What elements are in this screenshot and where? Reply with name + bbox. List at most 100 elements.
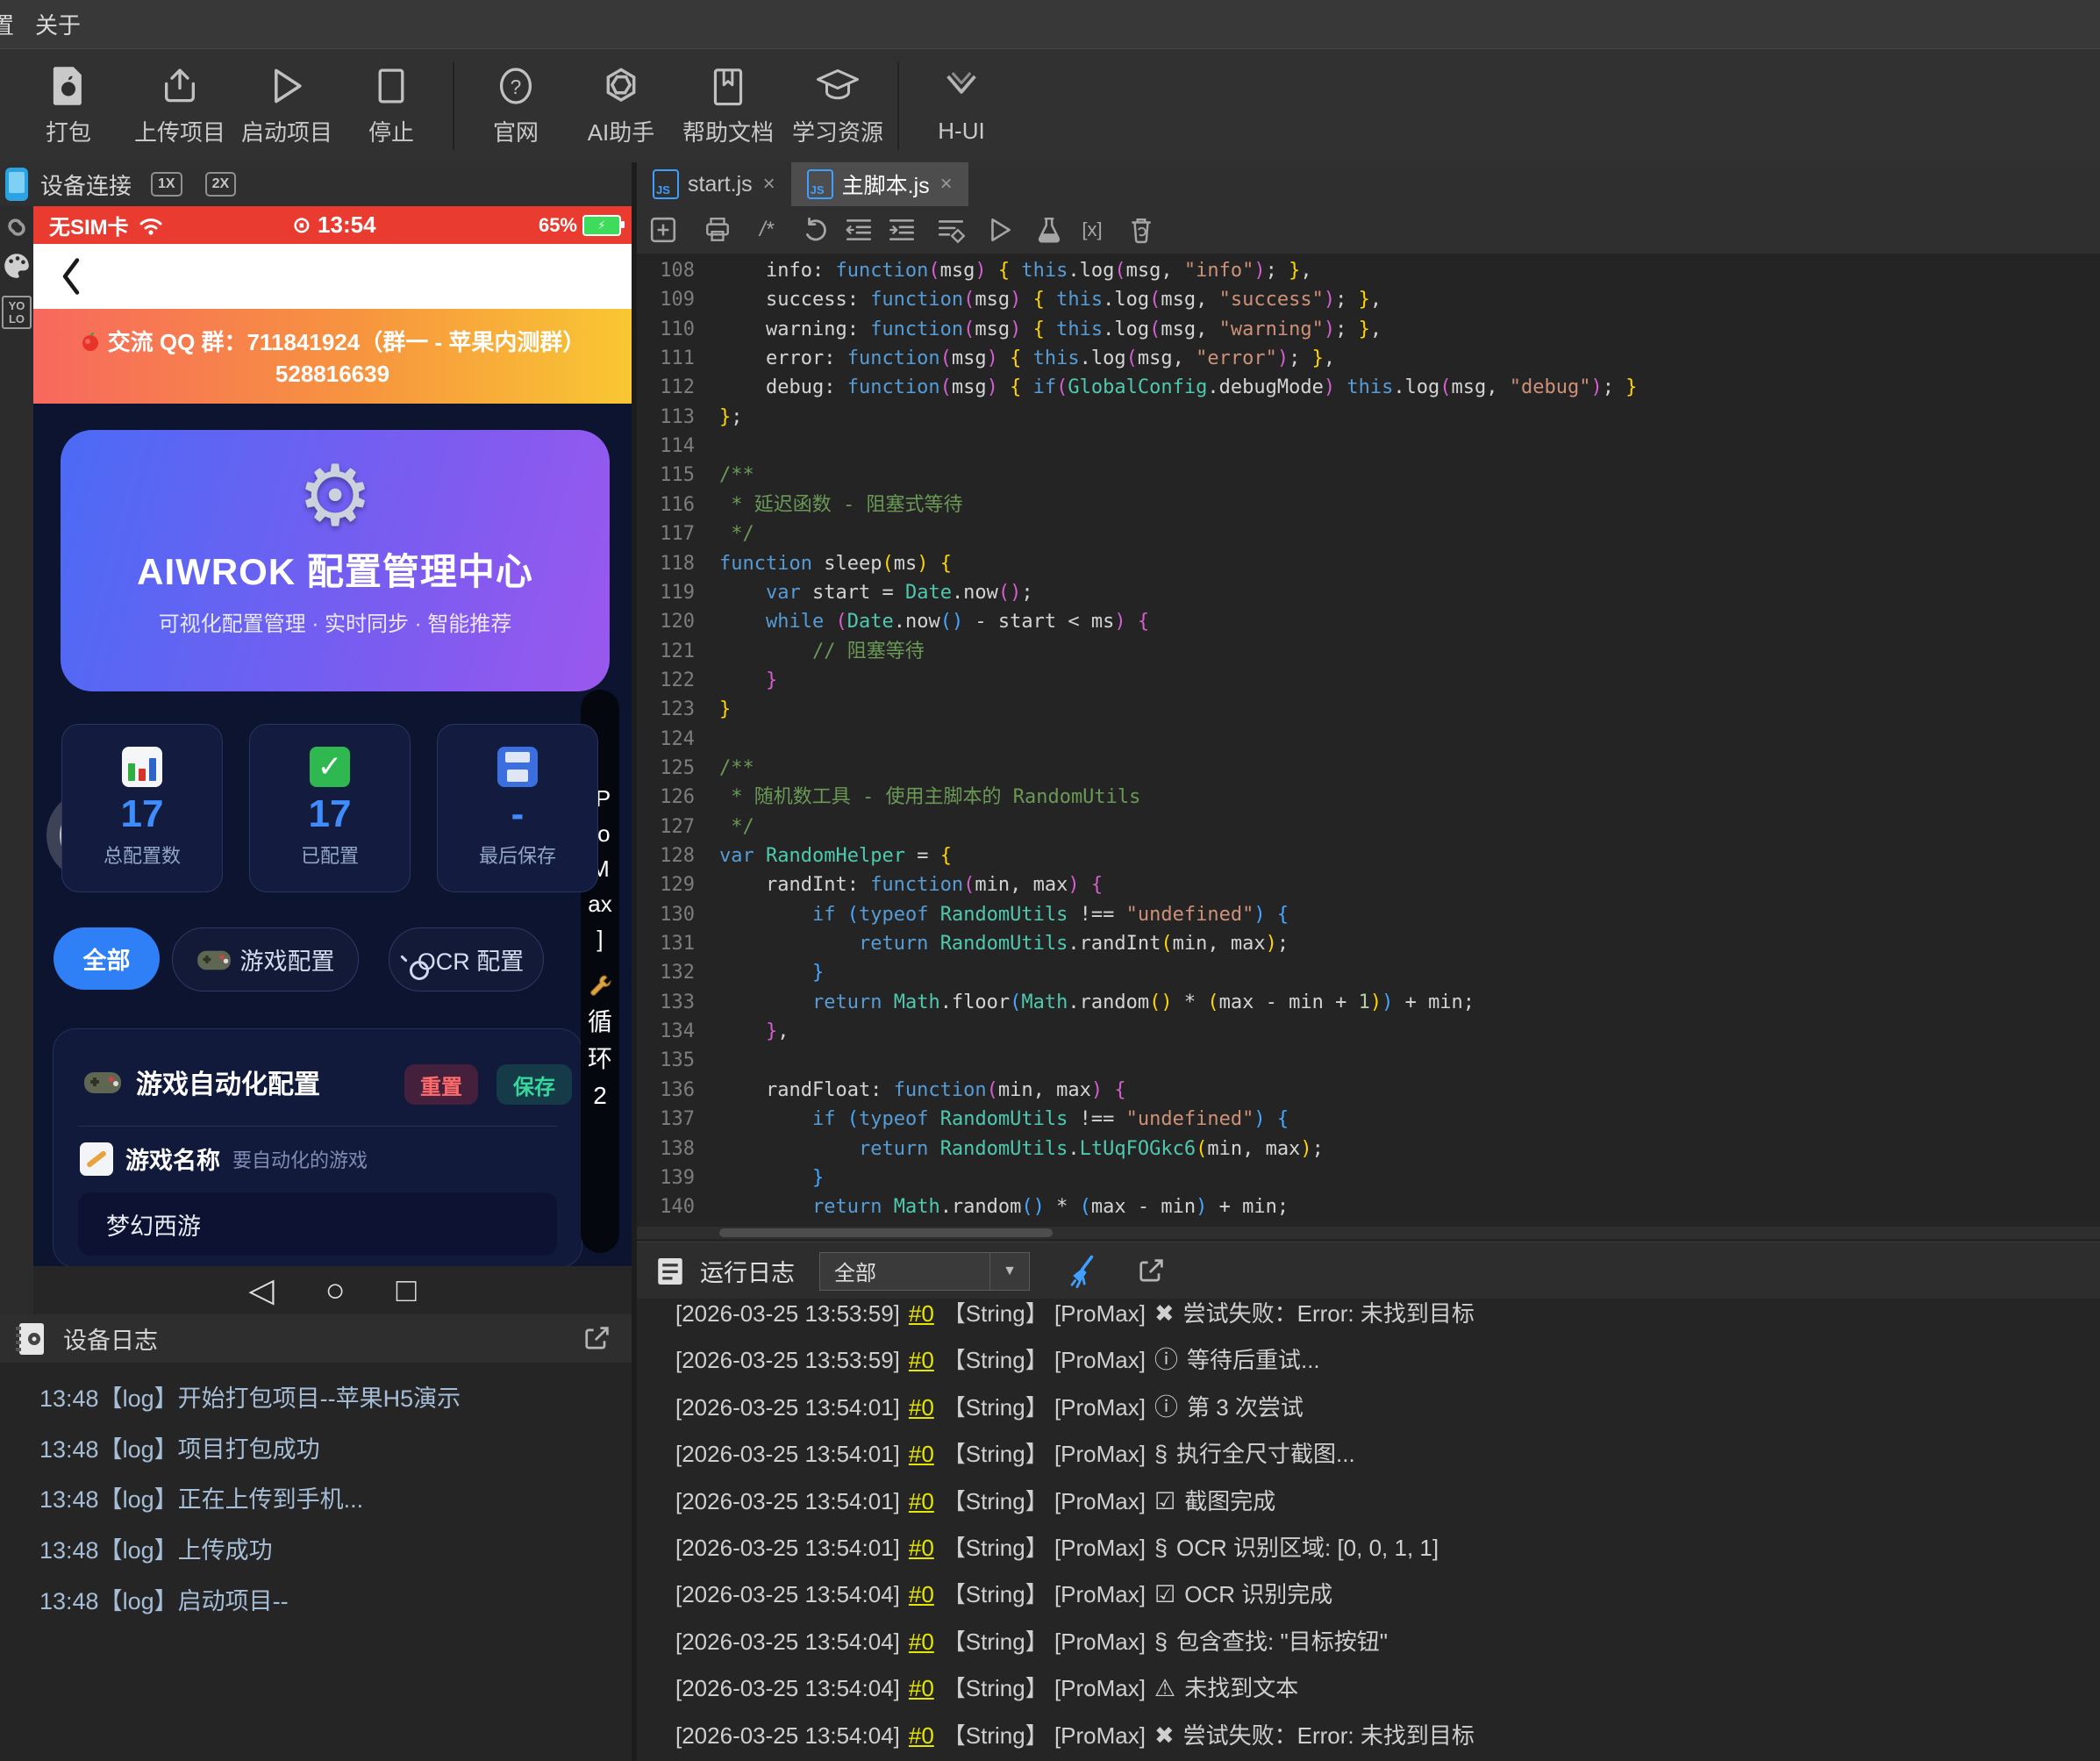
- loop-label-char: 环: [588, 1041, 612, 1077]
- log-tag: 【String】: [943, 1675, 1048, 1701]
- log-ref-link[interactable]: #0: [909, 1394, 934, 1421]
- clear-icon[interactable]: [1124, 213, 1159, 247]
- device-log-entry: 13:48【log】启动项目--: [39, 1576, 289, 1627]
- divider: [78, 1126, 557, 1127]
- log-tag: 【String】: [943, 1535, 1048, 1561]
- phone-icon[interactable]: [5, 168, 28, 201]
- log-time: [2026-03-25 13:54:04]: [675, 1675, 900, 1701]
- device-panel-header: 设备连接 1X 2X: [0, 162, 632, 206]
- log-ref-link[interactable]: #0: [909, 1581, 934, 1607]
- run-log-entry: [2026-03-25 13:54:01]#0【String】 [ProMax]…: [675, 1524, 1439, 1571]
- comment-icon[interactable]: /*: [749, 213, 784, 247]
- tab-close-icon[interactable]: ×: [763, 172, 775, 197]
- phone-status-bar: 无SIM卡 ⊙ 13:54 65% ⚡: [33, 206, 632, 244]
- add-icon[interactable]: [646, 213, 681, 247]
- back-chevron-icon[interactable]: [58, 256, 84, 297]
- line-number: 109: [637, 285, 695, 315]
- format-icon[interactable]: [933, 213, 968, 247]
- gamepad-icon: [83, 1069, 122, 1095]
- code-editor[interactable]: 108 info: function(msg) { this.log(msg, …: [637, 254, 2100, 1227]
- info-icon: ⓘ: [1154, 1394, 1178, 1421]
- qq-group-banner[interactable]: 交流 QQ 群：711841924（群一 - 苹果内测群） 528816639: [33, 309, 632, 404]
- log-ref-link[interactable]: #0: [909, 1675, 934, 1701]
- line-number: 111: [637, 344, 695, 374]
- nav-back-icon[interactable]: ◁: [248, 1274, 274, 1307]
- game-name-input[interactable]: 梦幻西游: [78, 1192, 557, 1256]
- indent-icon[interactable]: [884, 213, 919, 247]
- nav-home-icon[interactable]: ○: [325, 1274, 346, 1307]
- phone-mirror[interactable]: 无SIM卡 ⊙ 13:54 65% ⚡ 交流 QQ 群：711841924（群一…: [33, 206, 632, 1266]
- device-log-title: 设备日志: [63, 1321, 158, 1356]
- zoom-2x-button[interactable]: 2X: [205, 172, 237, 197]
- vars-icon[interactable]: [x]: [1075, 213, 1110, 247]
- phone-nav-white: [33, 244, 632, 309]
- log-filter-dropdown[interactable]: 全部 ▼: [819, 1252, 1030, 1291]
- run-log-entry: [2026-03-25 13:54:04]#0【String】 [ProMax]…: [675, 1571, 1332, 1618]
- line-number: 126: [637, 783, 695, 812]
- run-icon[interactable]: [982, 213, 1018, 247]
- link-icon[interactable]: [1, 206, 32, 247]
- log-ref-link[interactable]: #0: [909, 1441, 934, 1467]
- filter-pill-2[interactable]: 游戏配置: [172, 927, 359, 991]
- undo-icon[interactable]: [798, 213, 833, 247]
- zoom-1x-button[interactable]: 1X: [151, 172, 182, 197]
- reset-button[interactable]: 重置: [404, 1064, 478, 1105]
- test-icon[interactable]: [1032, 213, 1067, 247]
- broom-icon[interactable]: [1067, 1254, 1100, 1289]
- run-log-title: 运行日志: [700, 1254, 795, 1288]
- line-number: 134: [637, 1017, 695, 1047]
- toolbar-button-4[interactable]: 停止: [325, 56, 457, 154]
- scrollbar-thumb[interactable]: [719, 1228, 1053, 1237]
- run-log-entry: [2026-03-25 13:54:04]#0【String】 [ProMax]…: [675, 1712, 1475, 1759]
- run-log-entry: [2026-03-25 13:54:04]#0【String】 [ProMax]…: [675, 1664, 1298, 1712]
- log-time: [2026-03-25 13:54:04]: [675, 1581, 900, 1607]
- toolbar-button-9[interactable]: H-UI: [896, 56, 1027, 154]
- editor-tab-1[interactable]: JSstart.js×: [637, 162, 791, 206]
- log-time: [2026-03-25 13:53:59]: [675, 1300, 900, 1327]
- gear-icon: ⚙: [61, 455, 610, 539]
- line-number: 131: [637, 929, 695, 959]
- run-log-entry: [2026-03-25 13:53:59]#0【String】 [ProMax]…: [675, 1299, 1475, 1337]
- log-ref-link[interactable]: #0: [909, 1488, 934, 1514]
- filter-pill-3[interactable]: OCR 配置: [389, 927, 544, 991]
- line-number: 132: [637, 958, 695, 988]
- log-message: 包含查找: "目标按钮": [1176, 1629, 1388, 1655]
- log-ref-link[interactable]: #0: [909, 1347, 934, 1373]
- log-ref-link[interactable]: #0: [909, 1629, 934, 1655]
- run-log-icon: [653, 1254, 688, 1289]
- toolbar-separator: [453, 62, 454, 150]
- yolo-icon[interactable]: YOLO: [1, 290, 32, 335]
- tab-close-icon[interactable]: ×: [940, 172, 953, 197]
- game-name-label: 游戏名称: [125, 1142, 220, 1176]
- outdent-icon[interactable]: [841, 213, 876, 247]
- wifi-icon: [138, 215, 164, 236]
- android-nav-bar: ◁ ○ □: [33, 1266, 632, 1314]
- log-ref-link[interactable]: #0: [909, 1300, 934, 1327]
- floppy-icon: [438, 741, 597, 793]
- print-icon[interactable]: [700, 213, 735, 247]
- editor-tab-2[interactable]: JS主脚本.js×: [791, 162, 968, 206]
- toolbar-button-8[interactable]: 学习资源: [772, 56, 904, 154]
- toolbar-button-label: 启动项目: [241, 115, 332, 147]
- log-ref-link[interactable]: #0: [909, 1722, 934, 1749]
- line-number: 110: [637, 315, 695, 345]
- line-number: 135: [637, 1046, 695, 1076]
- menu-item-about[interactable]: 关于: [19, 8, 96, 40]
- log-ref-link[interactable]: #0: [909, 1535, 934, 1561]
- export-icon[interactable]: [1135, 1256, 1167, 1287]
- log-tag: 【String】: [943, 1441, 1048, 1467]
- log-time: [2026-03-25 13:54:04]: [675, 1629, 900, 1655]
- line-number: 112: [637, 373, 695, 403]
- line-number: 137: [637, 1105, 695, 1135]
- palette-icon[interactable]: [1, 246, 32, 286]
- nav-recents-icon[interactable]: □: [396, 1274, 417, 1307]
- menu-item-clipped[interactable]: 置: [0, 8, 19, 40]
- log-message: OCR 识别完成: [1184, 1581, 1332, 1607]
- line-number: 114: [637, 432, 695, 462]
- package-icon: [46, 64, 90, 108]
- export-icon[interactable]: [581, 1323, 612, 1355]
- save-button[interactable]: 保存: [496, 1064, 572, 1105]
- filter-pill-1[interactable]: 全部: [54, 927, 160, 990]
- log-tag: 【String】: [943, 1629, 1048, 1655]
- line-number: 133: [637, 988, 695, 1018]
